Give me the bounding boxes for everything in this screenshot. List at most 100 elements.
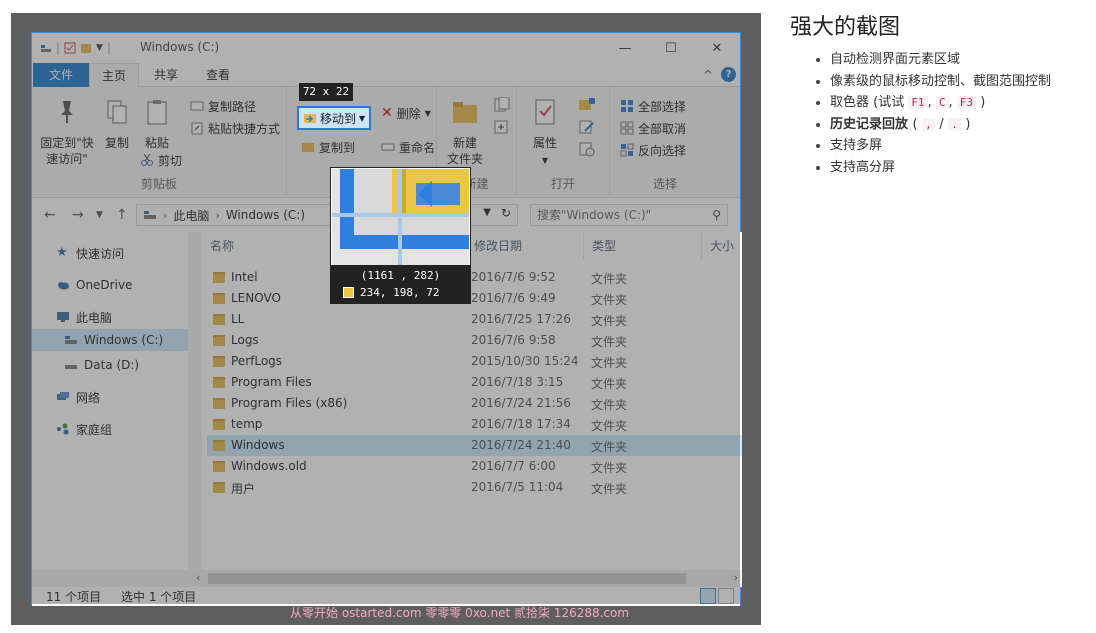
file-row[interactable]: temp 2016/7/18 17:34 文件夹 (207, 414, 742, 435)
move-to-dropdown-icon[interactable]: ▼ (359, 114, 365, 123)
address-dropdown-icon[interactable]: ▼ (483, 207, 491, 218)
file-date: 2016/7/6 9:52 (471, 270, 556, 284)
delete-dropdown-icon[interactable]: ▼ (425, 109, 431, 118)
tab-share[interactable]: 共享 (142, 63, 190, 87)
file-row-selected[interactable]: Windows 2016/7/24 21:40 文件夹 (207, 435, 742, 456)
cloud-icon (58, 282, 69, 290)
forward-arrow-icon[interactable]: → (72, 207, 84, 223)
file-date: 2016/7/24 21:56 (471, 396, 571, 410)
copy-to-button[interactable]: 复制到 (301, 137, 355, 157)
paste-shortcut-button[interactable]: 粘贴快捷方式 (190, 118, 280, 138)
copy-path-button[interactable]: 复制路径 (190, 96, 256, 116)
nav-network-label: 网络 (76, 390, 101, 405)
invert-selection-button[interactable]: 反向选择 (620, 140, 686, 160)
nav-homegroup[interactable]: 家庭组 (56, 418, 112, 440)
history-label: 历史记录回放 (830, 116, 909, 132)
refresh-icon[interactable]: ↻ (501, 206, 511, 220)
scroll-left-icon[interactable]: ‹ (196, 571, 200, 584)
column-size[interactable]: 大小 (702, 232, 742, 260)
nav-this-pc[interactable]: 此电脑 (56, 306, 112, 328)
file-row[interactable]: Program Files 2016/7/18 3:15 文件夹 (207, 372, 742, 393)
nav-quick-access[interactable]: ★ 快速访问 (56, 242, 124, 264)
tab-view[interactable]: 查看 (194, 63, 242, 87)
key-f3: F3 (956, 96, 977, 109)
drive-icon (65, 365, 77, 369)
up-arrow-icon[interactable]: ↑ (116, 207, 128, 223)
nav-onedrive[interactable]: OneDrive (56, 274, 132, 296)
tab-file[interactable]: 文件 (33, 63, 89, 87)
file-type: 文件夹 (591, 293, 628, 307)
easy-access-icon[interactable] (493, 119, 511, 135)
scroll-right-icon[interactable]: › (734, 571, 738, 584)
file-row[interactable]: Program Files (x86) 2016/7/24 21:56 文件夹 (207, 393, 742, 414)
breadcrumb-this-pc[interactable]: 此电脑 (173, 207, 209, 224)
file-row[interactable]: Intel 2016/7/6 9:52 文件夹 (207, 267, 742, 288)
column-type[interactable]: 类型 (584, 232, 702, 260)
delete-button[interactable]: ✕ 删除 ▼ (381, 103, 431, 123)
paste-button[interactable]: 粘贴 (140, 97, 174, 151)
properties-dropdown-icon[interactable]: ▼ (542, 156, 548, 165)
file-name: Intel (231, 270, 258, 284)
help-icon[interactable]: ? (721, 67, 736, 82)
file-row[interactable]: 用户 2016/7/5 11:04 文件夹 (207, 477, 742, 498)
move-to-button[interactable]: 移动到 ▼ (297, 106, 371, 130)
select-all-label: 全部选择 (638, 99, 687, 114)
file-name: PerfLogs (231, 354, 283, 368)
collapse-ribbon-icon[interactable]: ^ (703, 68, 713, 82)
delete-icon: ✕ (381, 105, 393, 121)
column-date[interactable]: 修改日期 (466, 232, 584, 260)
nav-c-drive[interactable]: Windows (C:) (32, 329, 188, 351)
new-folder-icon[interactable] (80, 42, 92, 54)
navigation-pane: ★ 快速访问 OneDrive 此电脑 Windows (C:) Data (D… (32, 232, 188, 570)
minimize-icon[interactable]: — (602, 33, 648, 63)
pin-quick-access-button[interactable]: 固定到"快速访问" (38, 97, 96, 167)
select-none-button[interactable]: 全部取消 (620, 118, 686, 138)
search-input[interactable]: 搜索"Windows (C:)" ⚲ (530, 204, 728, 226)
close-icon[interactable]: ✕ (694, 33, 740, 63)
breadcrumb-current[interactable]: Windows (C:) (226, 208, 305, 222)
file-row[interactable]: Logs 2016/7/6 9:58 文件夹 (207, 330, 742, 351)
properties-check-icon[interactable] (64, 42, 76, 54)
details-view-icon[interactable] (700, 588, 716, 604)
search-icon[interactable]: ⚲ (712, 205, 721, 225)
maximize-icon[interactable]: ☐ (648, 33, 694, 63)
select-all-button[interactable]: 全部选择 (620, 96, 686, 116)
edit-icon[interactable] (577, 119, 597, 135)
qa-dropdown-icon[interactable]: ▼ (96, 43, 103, 53)
scrollbar-thumb[interactable] (208, 573, 686, 584)
file-date: 2016/7/6 9:49 (471, 291, 556, 305)
magnified-pixels (332, 169, 469, 265)
folder-icon (213, 356, 225, 367)
rename-button[interactable]: 重命名 (381, 137, 435, 157)
cut-button[interactable]: 剪切 (140, 150, 182, 170)
magnifier-info: (1161 , 282) 234, 198, 72 (331, 265, 470, 303)
color-swatch (343, 287, 354, 298)
nav-network[interactable]: 网络 (56, 386, 100, 408)
file-row[interactable]: LL 2016/7/25 17:26 文件夹 (207, 309, 742, 330)
large-icons-view-icon[interactable] (718, 588, 734, 604)
back-arrow-icon[interactable]: ← (44, 207, 56, 223)
delete-label: 删除 (396, 106, 421, 121)
folder-icon (213, 377, 225, 388)
file-row[interactable]: LENOVO 2016/7/6 9:49 文件夹 (207, 288, 742, 309)
open-icon[interactable] (577, 97, 597, 113)
nav-d-drive[interactable]: Data (D:) (64, 354, 139, 376)
capture-size-badge: 72 x 22 (299, 83, 353, 101)
file-row[interactable]: Windows.old 2016/7/7 6:00 文件夹 (207, 456, 742, 477)
history-icon[interactable] (577, 141, 597, 157)
copy-button[interactable]: 复制 (100, 97, 134, 151)
file-name: Program Files (x86) (231, 396, 348, 410)
new-folder-button[interactable]: 新建 文件夹 (445, 97, 485, 167)
folder-icon (213, 461, 225, 472)
new-item-icon[interactable] (493, 97, 511, 113)
recent-dropdown-icon[interactable]: ▼ (96, 210, 103, 220)
tab-home[interactable]: 主页 (89, 63, 140, 88)
feature-title: 强大的截图 (790, 15, 901, 40)
copy-label: 复制 (104, 136, 129, 150)
folder-icon (213, 482, 225, 493)
key-comma: , (922, 117, 935, 131)
properties-button[interactable]: 属性 ▼ (525, 97, 565, 169)
breadcrumb-separator-icon: › (215, 208, 220, 222)
file-row[interactable]: PerfLogs 2015/10/30 15:24 文件夹 (207, 351, 742, 372)
horizontal-scrollbar[interactable]: ‹ › (192, 570, 742, 587)
